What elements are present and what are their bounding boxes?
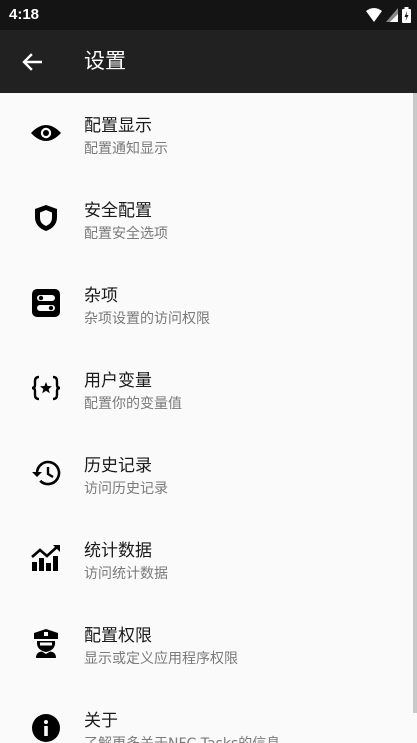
item-title: 配置显示 (84, 116, 152, 136)
chart-icon (30, 542, 62, 574)
shield-icon (30, 202, 62, 234)
settings-item-statistics[interactable]: 统计数据 访问统计数据 (0, 518, 412, 603)
item-subtitle: 配置安全选项 (84, 226, 168, 242)
battery-icon (402, 7, 411, 23)
item-subtitle: 配置通知显示 (84, 141, 168, 157)
variable-icon (30, 372, 62, 404)
scrollbar[interactable] (413, 93, 417, 713)
status-icons (366, 7, 411, 23)
item-subtitle: 杂项设置的访问权限 (84, 311, 210, 327)
back-button[interactable] (16, 46, 48, 78)
status-bar: 4:18 (0, 0, 417, 30)
item-subtitle: 访问统计数据 (84, 566, 168, 582)
item-title: 安全配置 (84, 201, 152, 221)
settings-item-history[interactable]: 历史记录 访问历史记录 (0, 433, 412, 518)
item-subtitle: 访问历史记录 (84, 481, 168, 497)
item-title: 用户变量 (84, 371, 152, 391)
wifi-icon (366, 8, 382, 22)
settings-item-variables[interactable]: 用户变量 配置你的变量值 (0, 348, 412, 433)
settings-item-misc[interactable]: 杂项 杂项设置的访问权限 (0, 263, 412, 348)
item-title: 统计数据 (84, 541, 152, 561)
item-title: 杂项 (84, 286, 118, 306)
signal-icon (386, 8, 398, 22)
info-icon (30, 712, 62, 743)
eye-icon (30, 117, 62, 149)
app-bar: 设置 (0, 30, 417, 93)
settings-item-security[interactable]: 安全配置 配置安全选项 (0, 178, 412, 263)
settings-list: 配置显示 配置通知显示 安全配置 配置安全选项 杂项 杂项设置的访问权限 用户变… (0, 93, 412, 743)
status-time: 4:18 (9, 6, 40, 23)
item-subtitle: 配置你的变量值 (84, 396, 182, 412)
item-subtitle: 显示或定义应用程序权限 (84, 651, 238, 667)
settings-item-permissions[interactable]: 配置权限 显示或定义应用程序权限 (0, 603, 412, 688)
page-title: 设置 (84, 49, 126, 73)
toggles-icon (30, 287, 62, 319)
history-icon (30, 457, 62, 489)
settings-item-about[interactable]: 关于 了解更多关于NFC Tasks的信息 (0, 688, 412, 743)
settings-item-display[interactable]: 配置显示 配置通知显示 (0, 93, 412, 178)
arrow-back-icon (22, 53, 42, 71)
item-title: 关于 (84, 711, 118, 731)
item-subtitle: 了解更多关于NFC Tasks的信息 (84, 734, 280, 743)
police-icon (30, 627, 62, 659)
item-title: 配置权限 (84, 626, 152, 646)
item-title: 历史记录 (84, 456, 152, 476)
